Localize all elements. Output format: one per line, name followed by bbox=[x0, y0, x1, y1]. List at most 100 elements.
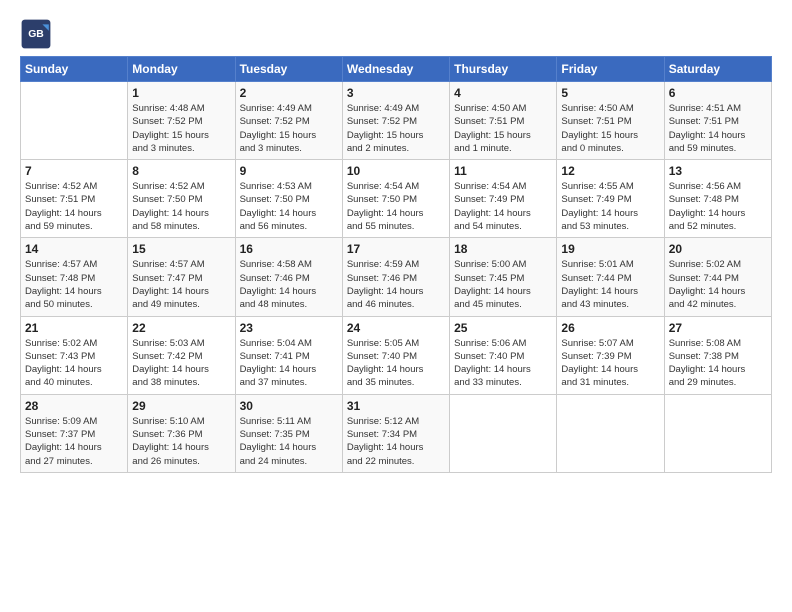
day-cell: 18Sunrise: 5:00 AMSunset: 7:45 PMDayligh… bbox=[450, 238, 557, 316]
day-info: Sunrise: 4:50 AMSunset: 7:51 PMDaylight:… bbox=[454, 102, 552, 155]
day-cell bbox=[557, 394, 664, 472]
day-cell: 28 Sunrise: 5:09 AMSunset: 7:37 PMDayligh… bbox=[21, 394, 128, 472]
day-number: 26 bbox=[561, 321, 659, 335]
day-info: Sunrise: 5:10 AMSunset: 7:36 PMDaylight:… bbox=[132, 415, 230, 468]
day-cell: 15Sunrise: 4:57 AMSunset: 7:47 PMDayligh… bbox=[128, 238, 235, 316]
day-cell: 16 Sunrise: 4:58 AMSunset: 7:46 PMDayligh… bbox=[235, 238, 342, 316]
day-cell: 13Sunrise: 4:56 AMSunset: 7:48 PMDayligh… bbox=[664, 160, 771, 238]
day-info: Sunrise: 5:09 AMSunset: 7:37 PMDaylight:… bbox=[25, 415, 123, 468]
calendar-body: 1 Sunrise: 4:48 AMSunset: 7:52 PMDaylight… bbox=[21, 82, 772, 473]
day-cell bbox=[21, 82, 128, 160]
day-cell: 17 Sunrise: 4:59 AMSunset: 7:46 PMDayligh… bbox=[342, 238, 449, 316]
day-info: Sunrise: 4:52 AMSunset: 7:51 PMDaylight:… bbox=[25, 180, 123, 233]
day-number: 29 bbox=[132, 399, 230, 413]
day-info: Sunrise: 4:52 AMSunset: 7:50 PMDaylight:… bbox=[132, 180, 230, 233]
day-number: 25 bbox=[454, 321, 552, 335]
logo-icon: GB bbox=[20, 18, 52, 50]
day-number: 1 bbox=[132, 86, 230, 100]
day-cell bbox=[664, 394, 771, 472]
day-number: 9 bbox=[240, 164, 338, 178]
day-cell: 5 Sunrise: 4:50 AMSunset: 7:51 PMDaylight… bbox=[557, 82, 664, 160]
day-number: 11 bbox=[454, 164, 552, 178]
day-number: 21 bbox=[25, 321, 123, 335]
day-info: Sunrise: 5:04 AMSunset: 7:41 PMDaylight:… bbox=[240, 337, 338, 390]
day-info: Sunrise: 5:05 AMSunset: 7:40 PMDaylight:… bbox=[347, 337, 445, 390]
calendar-table: SundayMondayTuesdayWednesdayThursdayFrid… bbox=[20, 56, 772, 473]
day-info: Sunrise: 4:54 AMSunset: 7:49 PMDaylight:… bbox=[454, 180, 552, 233]
day-cell: 21Sunrise: 5:02 AMSunset: 7:43 PMDayligh… bbox=[21, 316, 128, 394]
header: GB bbox=[20, 18, 772, 50]
day-cell: 26 Sunrise: 5:07 AMSunset: 7:39 PMDayligh… bbox=[557, 316, 664, 394]
day-number: 24 bbox=[347, 321, 445, 335]
day-info: Sunrise: 4:48 AMSunset: 7:52 PMDaylight:… bbox=[132, 102, 230, 155]
day-info: Sunrise: 5:01 AMSunset: 7:44 PMDaylight:… bbox=[561, 258, 659, 311]
day-info: Sunrise: 5:07 AMSunset: 7:39 PMDaylight:… bbox=[561, 337, 659, 390]
day-cell: 12 Sunrise: 4:55 AMSunset: 7:49 PMDayligh… bbox=[557, 160, 664, 238]
day-cell: 29 Sunrise: 5:10 AMSunset: 7:36 PMDayligh… bbox=[128, 394, 235, 472]
day-number: 6 bbox=[669, 86, 767, 100]
day-info: Sunrise: 5:11 AMSunset: 7:35 PMDaylight:… bbox=[240, 415, 338, 468]
week-row-0: 1 Sunrise: 4:48 AMSunset: 7:52 PMDaylight… bbox=[21, 82, 772, 160]
day-info: Sunrise: 5:00 AMSunset: 7:45 PMDaylight:… bbox=[454, 258, 552, 311]
day-info: Sunrise: 5:12 AMSunset: 7:34 PMDaylight:… bbox=[347, 415, 445, 468]
day-cell: 27Sunrise: 5:08 AMSunset: 7:38 PMDayligh… bbox=[664, 316, 771, 394]
day-number: 5 bbox=[561, 86, 659, 100]
day-cell: 20Sunrise: 5:02 AMSunset: 7:44 PMDayligh… bbox=[664, 238, 771, 316]
day-number: 30 bbox=[240, 399, 338, 413]
day-info: Sunrise: 5:06 AMSunset: 7:40 PMDaylight:… bbox=[454, 337, 552, 390]
day-cell: 31 Sunrise: 5:12 AMSunset: 7:34 PMDayligh… bbox=[342, 394, 449, 472]
header-cell-friday: Friday bbox=[557, 57, 664, 82]
header-row: SundayMondayTuesdayWednesdayThursdayFrid… bbox=[21, 57, 772, 82]
day-info: Sunrise: 4:49 AMSunset: 7:52 PMDaylight:… bbox=[240, 102, 338, 155]
day-info: Sunrise: 4:50 AMSunset: 7:51 PMDaylight:… bbox=[561, 102, 659, 155]
day-cell: 22Sunrise: 5:03 AMSunset: 7:42 PMDayligh… bbox=[128, 316, 235, 394]
day-number: 15 bbox=[132, 242, 230, 256]
header-cell-monday: Monday bbox=[128, 57, 235, 82]
day-number: 28 bbox=[25, 399, 123, 413]
calendar-header: SundayMondayTuesdayWednesdayThursdayFrid… bbox=[21, 57, 772, 82]
day-number: 4 bbox=[454, 86, 552, 100]
logo: GB bbox=[20, 18, 56, 50]
day-number: 19 bbox=[561, 242, 659, 256]
day-cell: 30 Sunrise: 5:11 AMSunset: 7:35 PMDayligh… bbox=[235, 394, 342, 472]
day-cell: 25 Sunrise: 5:06 AMSunset: 7:40 PMDayligh… bbox=[450, 316, 557, 394]
day-info: Sunrise: 4:51 AMSunset: 7:51 PMDaylight:… bbox=[669, 102, 767, 155]
day-info: Sunrise: 5:03 AMSunset: 7:42 PMDaylight:… bbox=[132, 337, 230, 390]
page: GB SundayMondayTuesdayWednesdayThursdayF… bbox=[0, 0, 792, 612]
day-info: Sunrise: 4:58 AMSunset: 7:46 PMDaylight:… bbox=[240, 258, 338, 311]
day-number: 16 bbox=[240, 242, 338, 256]
day-cell: 19 Sunrise: 5:01 AMSunset: 7:44 PMDayligh… bbox=[557, 238, 664, 316]
day-number: 17 bbox=[347, 242, 445, 256]
day-cell: 6 Sunrise: 4:51 AMSunset: 7:51 PMDaylight… bbox=[664, 82, 771, 160]
day-number: 12 bbox=[561, 164, 659, 178]
day-info: Sunrise: 4:59 AMSunset: 7:46 PMDaylight:… bbox=[347, 258, 445, 311]
day-info: Sunrise: 5:02 AMSunset: 7:44 PMDaylight:… bbox=[669, 258, 767, 311]
day-cell: 4 Sunrise: 4:50 AMSunset: 7:51 PMDaylight… bbox=[450, 82, 557, 160]
day-number: 14 bbox=[25, 242, 123, 256]
day-info: Sunrise: 4:53 AMSunset: 7:50 PMDaylight:… bbox=[240, 180, 338, 233]
day-number: 13 bbox=[669, 164, 767, 178]
day-cell: 8 Sunrise: 4:52 AMSunset: 7:50 PMDaylight… bbox=[128, 160, 235, 238]
day-number: 8 bbox=[132, 164, 230, 178]
header-cell-sunday: Sunday bbox=[21, 57, 128, 82]
day-info: Sunrise: 4:49 AMSunset: 7:52 PMDaylight:… bbox=[347, 102, 445, 155]
day-cell: 11 Sunrise: 4:54 AMSunset: 7:49 PMDayligh… bbox=[450, 160, 557, 238]
week-row-2: 14 Sunrise: 4:57 AMSunset: 7:48 PMDayligh… bbox=[21, 238, 772, 316]
header-cell-tuesday: Tuesday bbox=[235, 57, 342, 82]
day-cell: 14 Sunrise: 4:57 AMSunset: 7:48 PMDayligh… bbox=[21, 238, 128, 316]
day-info: Sunrise: 4:55 AMSunset: 7:49 PMDaylight:… bbox=[561, 180, 659, 233]
day-info: Sunrise: 4:57 AMSunset: 7:48 PMDaylight:… bbox=[25, 258, 123, 311]
svg-text:GB: GB bbox=[28, 29, 44, 40]
day-number: 31 bbox=[347, 399, 445, 413]
day-number: 2 bbox=[240, 86, 338, 100]
day-info: Sunrise: 5:08 AMSunset: 7:38 PMDaylight:… bbox=[669, 337, 767, 390]
week-row-4: 28 Sunrise: 5:09 AMSunset: 7:37 PMDayligh… bbox=[21, 394, 772, 472]
day-cell: 10Sunrise: 4:54 AMSunset: 7:50 PMDayligh… bbox=[342, 160, 449, 238]
day-number: 23 bbox=[240, 321, 338, 335]
header-cell-saturday: Saturday bbox=[664, 57, 771, 82]
day-cell: 1 Sunrise: 4:48 AMSunset: 7:52 PMDaylight… bbox=[128, 82, 235, 160]
week-row-1: 7Sunrise: 4:52 AMSunset: 7:51 PMDaylight… bbox=[21, 160, 772, 238]
day-number: 10 bbox=[347, 164, 445, 178]
day-cell: 9 Sunrise: 4:53 AMSunset: 7:50 PMDaylight… bbox=[235, 160, 342, 238]
day-cell bbox=[450, 394, 557, 472]
